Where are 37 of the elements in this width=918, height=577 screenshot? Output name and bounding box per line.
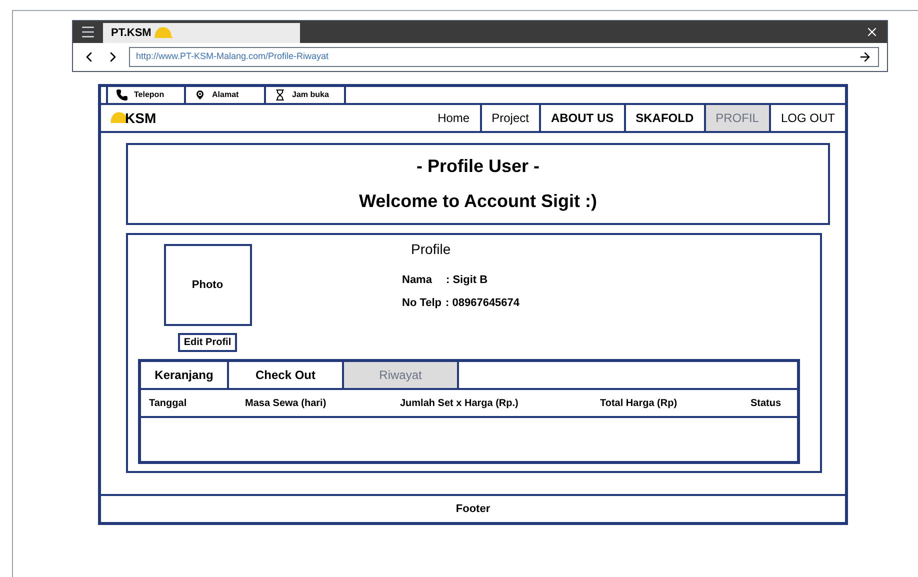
name-label: Nama	[402, 273, 433, 288]
photo-box: Photo	[164, 244, 252, 326]
nav-link[interactable]: LOG OUT	[768, 105, 845, 131]
close-icon[interactable]	[865, 25, 879, 39]
browser-tab[interactable]: PT.KSM	[103, 23, 300, 43]
logo-text: KSM	[125, 108, 156, 128]
contact-item[interactable]: Alamat	[186, 87, 266, 103]
column-header: Tanggal	[149, 396, 188, 410]
profile-heading: Profile	[411, 240, 452, 259]
contact-item[interactable]: Jam buka	[266, 87, 346, 103]
address-field[interactable]: http://www.PT-KSM-Malang.com/Profile-Riwayat	[129, 47, 879, 67]
column-header: Masa Sewa (hari)	[245, 396, 328, 410]
tab-title: PT.KSM	[111, 26, 152, 41]
url-text: http://www.PT-KSM-Malang.com/Profile-Riwayat	[136, 50, 330, 64]
name-value: : Sigit B	[446, 273, 488, 288]
footer-text: Footer	[456, 502, 490, 517]
tab[interactable]: Riwayat	[344, 362, 459, 388]
column-header: Status	[750, 396, 782, 410]
phone-label: No Telp	[402, 296, 442, 310]
page-title: - Profile User -	[416, 155, 540, 178]
nav-link[interactable]: Home	[428, 105, 480, 131]
nav-link[interactable]: ABOUT US	[538, 105, 624, 131]
welcome-text: Welcome to Account Sigit :)	[358, 190, 597, 213]
phone-value: : 08967645674	[446, 296, 520, 310]
contact-item[interactable]: Telepon	[106, 87, 186, 103]
helmet-icon	[153, 26, 174, 40]
column-header: Jumlah Set x Harga (Rp.)	[400, 396, 520, 410]
hourglass-icon	[274, 89, 286, 101]
menu-icon[interactable]	[80, 24, 96, 40]
tab[interactable]: Keranjang	[141, 362, 229, 388]
nav-link[interactable]: Project	[480, 105, 539, 131]
edit-profile-button[interactable]: Edit Profil	[178, 333, 238, 352]
column-header: Total Harga (Rp)	[600, 396, 678, 410]
phone-icon	[116, 89, 128, 101]
pin-icon	[194, 89, 206, 101]
nav-link[interactable]: PROFIL	[704, 105, 769, 131]
go-icon[interactable]	[858, 50, 872, 64]
